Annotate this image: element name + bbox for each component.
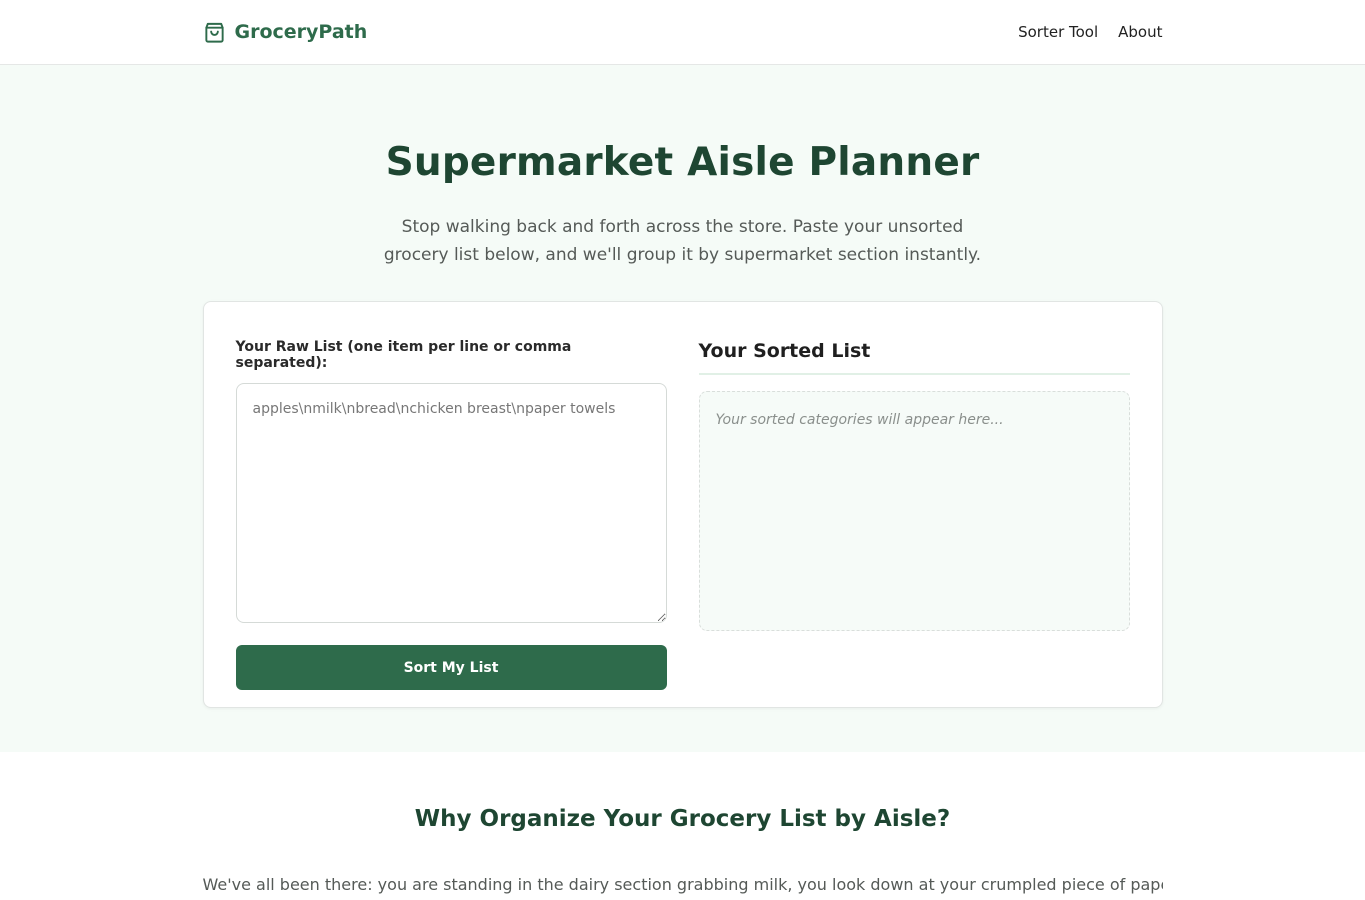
page-title: Supermarket Aisle Planner — [385, 140, 980, 185]
sorted-list-heading: Your Sorted List — [698, 334, 1130, 375]
site-header: GroceryPath Sorter Tool About — [0, 0, 1365, 65]
output-column: Your Sorted List Your sorted categories … — [698, 334, 1130, 675]
header-container: GroceryPath Sorter Tool About — [203, 0, 1163, 64]
input-column: Your Raw List (one item per line or comm… — [235, 334, 667, 690]
nav-link-sorter-tool[interactable]: Sorter Tool — [1018, 23, 1098, 41]
why-paragraph: We've all been there: you are standing i… — [202, 875, 1163, 894]
why-section: Why Organize Your Grocery List by Aisle?… — [0, 752, 1365, 898]
why-heading: Why Organize Your Grocery List by Aisle? — [414, 806, 951, 832]
raw-list-input[interactable] — [235, 383, 667, 623]
nav-link-about[interactable]: About — [1118, 23, 1162, 41]
brand-logo-link[interactable]: GroceryPath — [203, 21, 368, 44]
shopping-bag-icon — [203, 21, 226, 44]
main-nav: Sorter Tool About — [1018, 23, 1162, 41]
hero-section: Supermarket Aisle Planner Stop walking b… — [0, 65, 1365, 752]
raw-list-label: Your Raw List (one item per line or comm… — [235, 339, 572, 371]
hero-subtitle: Stop walking back and forth across the s… — [383, 217, 982, 265]
sorter-card: Your Raw List (one item per line or comm… — [202, 301, 1163, 708]
sorted-list-placeholder: Your sorted categories will appear here.… — [715, 412, 1004, 428]
sort-list-button[interactable]: Sort My List — [235, 645, 667, 690]
sorted-list-output: Your sorted categories will appear here.… — [698, 391, 1130, 631]
brand-name: GroceryPath — [234, 21, 368, 43]
